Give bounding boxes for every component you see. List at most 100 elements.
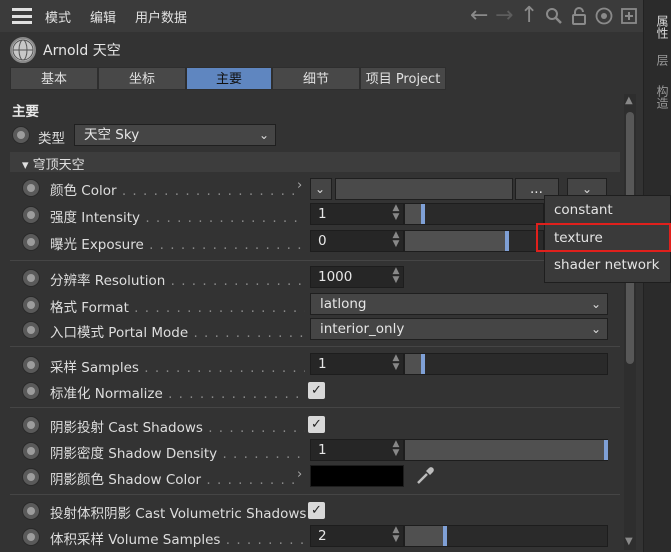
new-panel-icon[interactable] <box>620 7 638 25</box>
scroll-down-icon[interactable]: ▼ <box>625 536 633 547</box>
hamburger-menu-icon[interactable] <box>12 8 32 24</box>
volume-samples-slider[interactable] <box>404 525 608 547</box>
lock-icon[interactable] <box>570 7 588 25</box>
eyedropper-icon[interactable] <box>414 465 436 487</box>
cast-shadows-keyframe-icon[interactable] <box>22 416 40 434</box>
samples-keyframe-icon[interactable] <box>22 356 40 374</box>
group-header-bar[interactable] <box>10 152 620 172</box>
shadow-color-keyframe-icon[interactable] <box>22 468 40 486</box>
slider-handle[interactable] <box>604 440 608 460</box>
volume-samples-label: 体积采样 Volume Samples . . . . . . . . . . <box>50 532 305 548</box>
format-label: 格式 Format . . . . . . . . . . . . . . . … <box>50 300 305 316</box>
color-mode-dropdown[interactable]: ⌄ <box>310 178 332 200</box>
resolution-stepper-icon[interactable]: ▲ ▼ <box>390 267 402 287</box>
popup-item-constant[interactable]: constant <box>554 202 613 218</box>
slider-fill <box>405 526 443 546</box>
divider <box>10 260 620 261</box>
chevron-down-icon: ⌄ <box>315 182 326 196</box>
color-keyframe-icon[interactable] <box>22 179 40 197</box>
slider-handle[interactable] <box>505 231 509 251</box>
divider <box>10 346 620 347</box>
format-keyframe-icon[interactable] <box>22 296 40 314</box>
cast-shadows-label: 阴影投射 Cast Shadows . . . . . . . . . . . … <box>50 420 305 436</box>
portal-mode-dropdown[interactable]: interior_only ⌄ <box>310 318 608 340</box>
menu-item-mode[interactable]: 模式 <box>45 7 71 26</box>
volume-samples-stepper-icon[interactable]: ▲ ▼ <box>390 526 402 546</box>
exposure-stepper-icon[interactable]: ▲ ▼ <box>390 231 402 251</box>
volume-samples-keyframe-icon[interactable] <box>22 528 40 546</box>
intensity-keyframe-icon[interactable] <box>22 206 40 224</box>
shadow-density-slider[interactable] <box>404 439 608 461</box>
type-value: 天空 Sky <box>84 127 140 143</box>
divider <box>10 494 620 495</box>
format-dropdown[interactable]: latlong ⌄ <box>310 293 608 315</box>
scroll-up-icon[interactable]: ▲ <box>625 95 633 106</box>
chevron-down-icon: ⌄ <box>590 322 601 336</box>
slider-fill <box>405 440 604 460</box>
target-icon[interactable] <box>595 7 613 25</box>
normalize-label: 标准化 Normalize . . . . . . . . . . . . . … <box>50 386 305 402</box>
shadow-density-stepper-icon[interactable]: ▲ ▼ <box>390 440 402 460</box>
side-tab-attributes[interactable]: 属性 <box>643 10 671 44</box>
slider-fill <box>405 354 421 374</box>
shadow-density-label: 阴影密度 Shadow Density . . . . . . . . . . <box>50 446 305 462</box>
divider <box>10 407 620 408</box>
samples-slider[interactable] <box>404 353 608 375</box>
color-swatch[interactable] <box>335 178 513 200</box>
popup-item-shader-network[interactable]: shader network <box>554 257 659 273</box>
portal-mode-keyframe-icon[interactable] <box>22 321 40 339</box>
tab-basic[interactable]: 基本 <box>10 67 98 90</box>
slider-fill <box>405 231 505 251</box>
cast-volumetric-checkbox[interactable]: ✓ <box>308 502 325 519</box>
menu-item-edit[interactable]: 编辑 <box>90 7 116 26</box>
shadow-color-swatch[interactable] <box>310 465 404 487</box>
expand-arrow-icon[interactable]: › <box>297 178 302 193</box>
tab-project[interactable]: 项目 Project <box>360 67 446 90</box>
up-arrow-icon[interactable]: ↑ <box>520 5 538 27</box>
color-label: 颜色 Color . . . . . . . . . . . . . . . .… <box>50 183 300 199</box>
forward-arrow-icon[interactable]: → <box>495 5 513 27</box>
portal-mode-label: 入口模式 Portal Mode . . . . . . . . . . . . <box>50 325 305 341</box>
chevron-down-icon: ⌄ <box>258 128 269 142</box>
type-label: 类型 <box>38 131 65 147</box>
normalize-checkbox[interactable]: ✓ <box>308 382 325 399</box>
expand-arrow-icon[interactable]: › <box>297 467 302 482</box>
intensity-stepper-icon[interactable]: ▲ ▼ <box>390 204 402 224</box>
chevron-down-icon: ⌄ <box>582 182 593 196</box>
exposure-label: 曝光 Exposure . . . . . . . . . . . . . . … <box>50 237 305 253</box>
type-keyframe-icon[interactable] <box>12 126 30 144</box>
normalize-keyframe-icon[interactable] <box>22 382 40 400</box>
slider-handle[interactable] <box>421 354 425 374</box>
slider-handle[interactable] <box>443 526 447 546</box>
tab-coord[interactable]: 坐标 <box>98 67 186 90</box>
samples-label: 采样 Samples . . . . . . . . . . . . . . .… <box>50 360 305 376</box>
popup-item-texture[interactable]: texture <box>554 230 603 246</box>
back-arrow-icon[interactable]: ← <box>470 5 488 27</box>
tab-main[interactable]: 主要 <box>186 67 272 90</box>
slider-handle[interactable] <box>421 204 425 224</box>
chevron-down-icon: ⌄ <box>590 297 601 311</box>
group-header[interactable]: ▾ 穹顶天空 <box>22 154 85 173</box>
group-title: 穹顶天空 <box>32 158 85 173</box>
side-tab-construction[interactable]: 构造 <box>643 80 671 114</box>
side-tab-layers[interactable]: 层 <box>643 50 671 70</box>
collapse-triangle-icon: ▾ <box>22 158 29 173</box>
cast-volumetric-label: 投射体积阴影 Cast Volumetric Shadows <box>50 506 307 522</box>
shadow-density-keyframe-icon[interactable] <box>22 442 40 460</box>
cast-volumetric-keyframe-icon[interactable] <box>22 502 40 520</box>
cast-shadows-checkbox[interactable]: ✓ <box>308 416 325 433</box>
resolution-keyframe-icon[interactable] <box>22 269 40 287</box>
shadow-color-label: 阴影颜色 Shadow Color . . . . . . . . . . . … <box>50 472 298 488</box>
sky-object-icon <box>10 37 36 63</box>
type-dropdown[interactable]: 天空 Sky ⌄ <box>74 124 276 146</box>
menu-item-user-data[interactable]: 用户数据 <box>135 7 187 26</box>
search-icon[interactable] <box>545 7 563 25</box>
exposure-slider[interactable] <box>404 230 544 252</box>
samples-stepper-icon[interactable]: ▲ ▼ <box>390 354 402 374</box>
intensity-slider[interactable] <box>404 203 544 225</box>
exposure-keyframe-icon[interactable] <box>22 233 40 251</box>
resolution-label: 分辨率 Resolution . . . . . . . . . . . . .… <box>50 273 305 289</box>
section-title: 主要 <box>12 104 39 120</box>
tab-details[interactable]: 细节 <box>272 67 360 90</box>
object-name: Arnold 天空 <box>43 43 121 59</box>
